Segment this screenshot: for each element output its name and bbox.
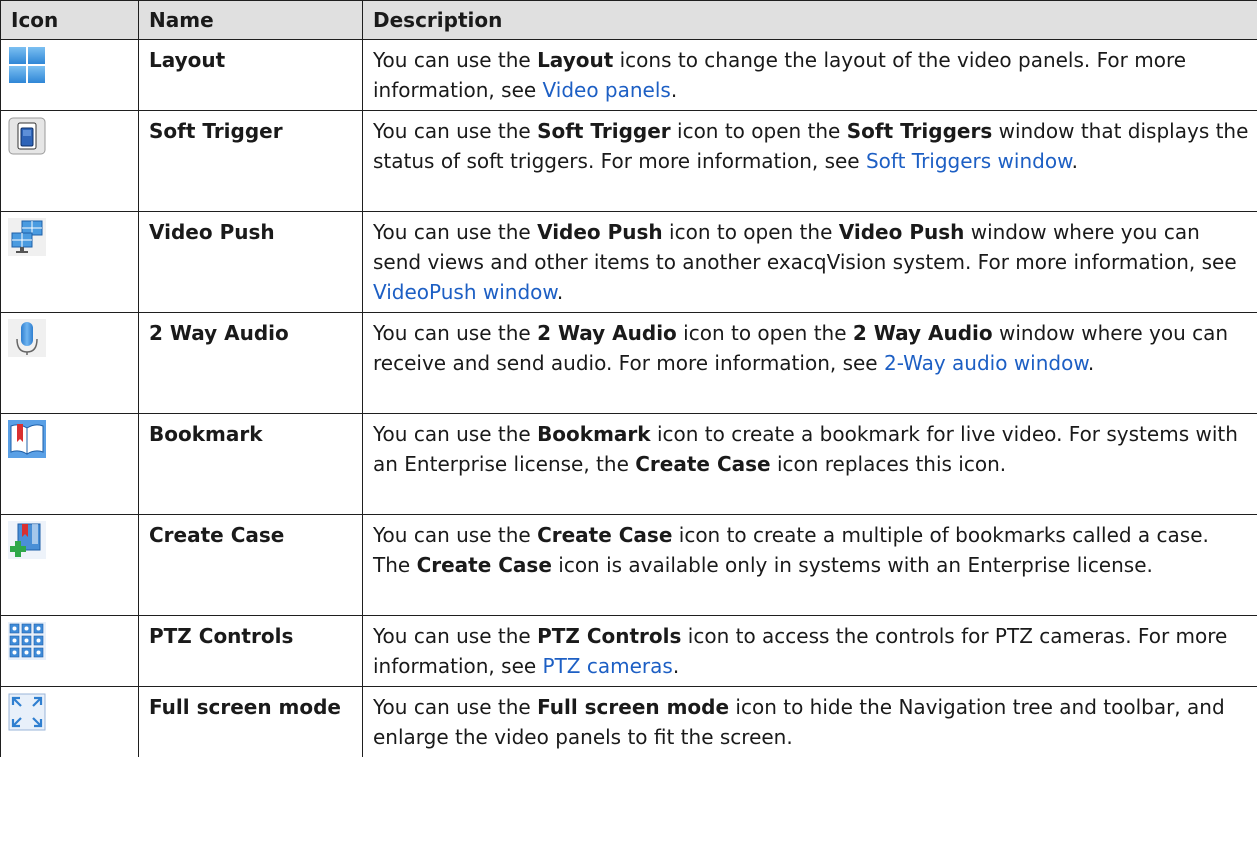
- microphone-icon: [8, 319, 46, 357]
- icon-cell: [0, 514, 139, 616]
- row-description: You can use the PTZ Controls icon to acc…: [362, 615, 1257, 687]
- link-videopush-window[interactable]: VideoPush window: [373, 280, 557, 304]
- icon-cell: [0, 39, 139, 111]
- row-description: You can use the 2 Way Audio icon to open…: [362, 312, 1257, 414]
- link-video-panels[interactable]: Video panels: [543, 78, 671, 102]
- row-description: You can use the Soft Trigger icon to ope…: [362, 110, 1257, 212]
- table-row: Full screen mode You can use the Full sc…: [0, 686, 1257, 757]
- table-row: Soft Trigger You can use the Soft Trigge…: [0, 110, 1257, 212]
- soft-trigger-icon: [8, 117, 46, 155]
- row-description: You can use the Video Push icon to open …: [362, 211, 1257, 313]
- table-row: 2 Way Audio You can use the 2 Way Audio …: [0, 312, 1257, 414]
- icon-cell: [0, 312, 139, 414]
- column-header-name: Name: [138, 0, 363, 40]
- row-description: You can use the Full screen mode icon to…: [362, 686, 1257, 757]
- table-row: Create Case You can use the Create Case …: [0, 514, 1257, 616]
- row-name: 2 Way Audio: [138, 312, 363, 414]
- column-header-icon: Icon: [0, 0, 139, 40]
- row-name: PTZ Controls: [138, 615, 363, 687]
- ptz-controls-icon: [8, 622, 46, 660]
- icon-cell: [0, 110, 139, 212]
- column-header-description: Description: [362, 0, 1257, 40]
- video-push-icon: [8, 218, 46, 256]
- icon-cell: [0, 686, 139, 757]
- row-name: Bookmark: [138, 413, 363, 515]
- table-row: Bookmark You can use the Bookmark icon t…: [0, 413, 1257, 515]
- layout-icon: [8, 46, 46, 84]
- table-row: Video Push You can use the Video Push ic…: [0, 211, 1257, 313]
- link-soft-triggers-window[interactable]: Soft Triggers window: [866, 149, 1072, 173]
- table-row: PTZ Controls You can use the PTZ Control…: [0, 615, 1257, 687]
- full-screen-icon: [8, 693, 46, 731]
- icon-cell: [0, 211, 139, 313]
- link-2-way-audio-window[interactable]: 2-Way audio window: [884, 351, 1088, 375]
- bookmark-icon: [8, 420, 46, 458]
- row-name: Layout: [138, 39, 363, 111]
- row-name: Create Case: [138, 514, 363, 616]
- create-case-icon: [8, 521, 46, 559]
- row-description: You can use the Bookmark icon to create …: [362, 413, 1257, 515]
- row-description: You can use the Layout icons to change t…: [362, 39, 1257, 111]
- toolbar-icons-table: Icon Name Description Layout You can use…: [0, 0, 1257, 757]
- table-header-row: Icon Name Description: [0, 0, 1257, 40]
- icon-cell: [0, 413, 139, 515]
- row-name: Video Push: [138, 211, 363, 313]
- row-name: Soft Trigger: [138, 110, 363, 212]
- row-description: You can use the Create Case icon to crea…: [362, 514, 1257, 616]
- table-row: Layout You can use the Layout icons to c…: [0, 39, 1257, 111]
- link-ptz-cameras[interactable]: PTZ cameras: [543, 654, 673, 678]
- icon-cell: [0, 615, 139, 687]
- row-name: Full screen mode: [138, 686, 363, 757]
